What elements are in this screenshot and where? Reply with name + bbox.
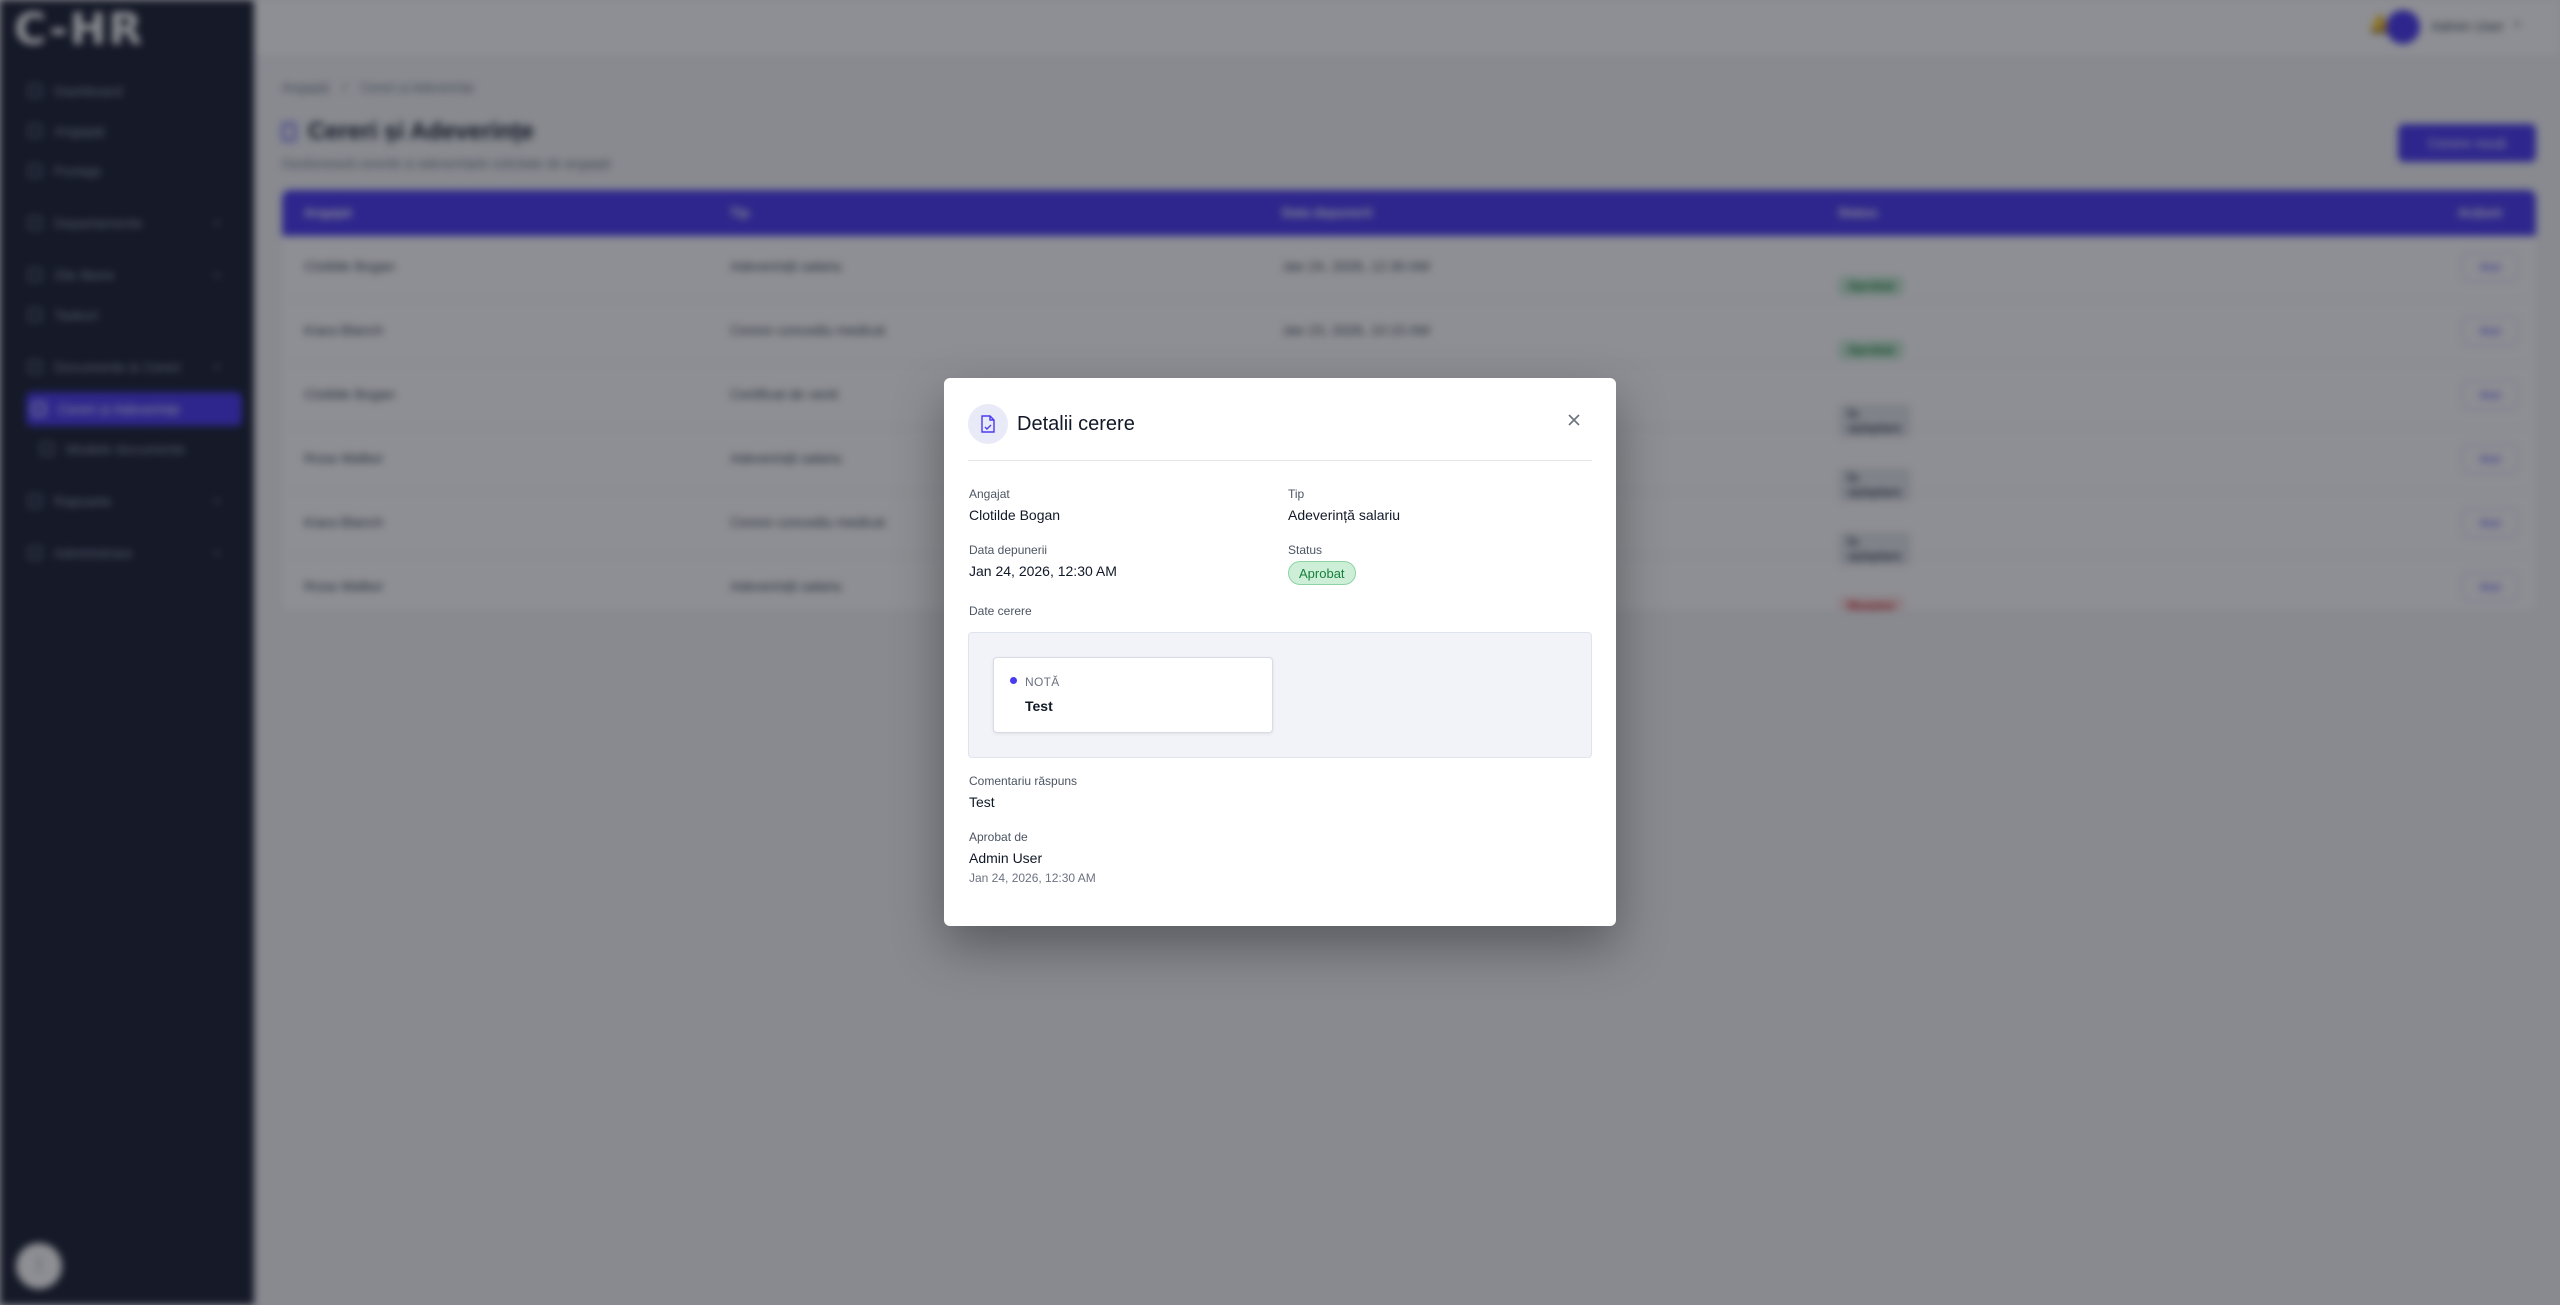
note-value: Test — [1025, 698, 1053, 714]
bullet-icon — [1010, 677, 1017, 684]
note-label: NOTĂ — [1025, 675, 1060, 689]
date-label: Data depunerii — [969, 543, 1048, 557]
request-data-box: NOTĂ Test — [968, 632, 1592, 758]
approved-by-value: Admin User — [969, 850, 1043, 866]
response-label: Comentariu răspuns — [969, 774, 1078, 788]
divider — [968, 460, 1592, 461]
employee-label: Angajat — [969, 487, 1010, 501]
modal-title: Detalii cerere — [1017, 413, 1135, 435]
document-icon — [968, 404, 1008, 444]
type-label: Tip — [1288, 487, 1305, 501]
date-value: Jan 24, 2026, 12:30 AM — [969, 563, 1117, 579]
request-details-modal: Detalii cerere Angajat Clotilde Bogan Ti… — [944, 378, 1616, 926]
approved-at: Jan 24, 2026, 12:30 AM — [969, 871, 1096, 885]
status-badge: Aprobat — [1288, 561, 1356, 585]
request-data-label: Date cerere — [969, 604, 1032, 618]
status-label: Status — [1288, 543, 1323, 557]
type-value: Adeverință salariu — [1288, 507, 1401, 523]
response-value: Test — [969, 794, 995, 810]
employee-value: Clotilde Bogan — [969, 507, 1061, 523]
approved-by-label: Aprobat de — [969, 830, 1028, 844]
note-card: NOTĂ Test — [993, 657, 1273, 733]
close-icon[interactable] — [1564, 410, 1584, 430]
